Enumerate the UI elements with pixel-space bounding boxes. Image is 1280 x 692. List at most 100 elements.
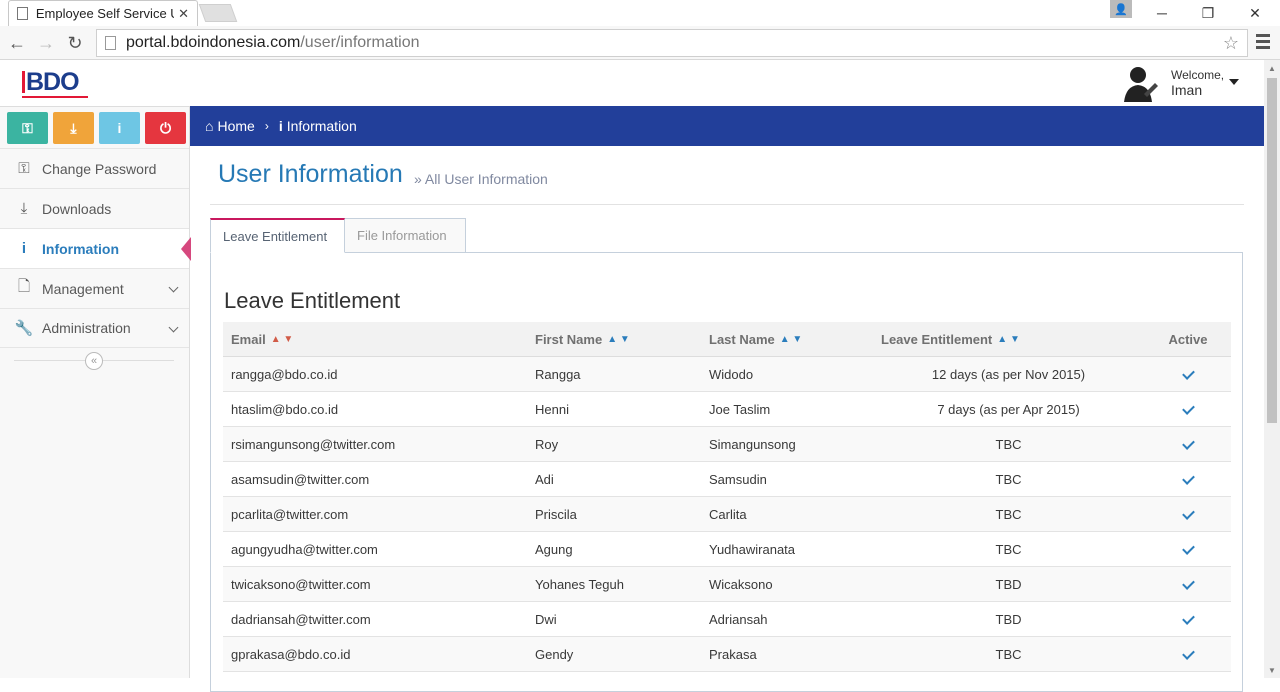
first-name-header[interactable]: First Name ▲ ▼ bbox=[535, 322, 630, 357]
user-avatar[interactable] bbox=[1122, 64, 1158, 102]
table-row[interactable]: dadriansah@twitter.com Dwi Adriansah TBD bbox=[223, 602, 1231, 637]
forward-icon[interactable]: → bbox=[35, 32, 57, 54]
leave-cell: TBC bbox=[995, 472, 1022, 487]
collapse-sidebar-icon[interactable]: « bbox=[85, 352, 103, 370]
check-icon bbox=[1181, 611, 1195, 625]
leave-header[interactable]: Leave Entitlement ▲ ▼ bbox=[881, 322, 1136, 357]
active-cell bbox=[1163, 532, 1213, 567]
sidebar-item-label: Administration bbox=[42, 320, 131, 336]
info-shortcut-button[interactable]: i bbox=[99, 112, 140, 144]
bdo-logo[interactable]: BDO bbox=[22, 68, 88, 98]
breadcrumb: ⌂ Home › i Information bbox=[190, 106, 1264, 146]
email-cell: asamsudin@twitter.com bbox=[231, 472, 370, 487]
key-icon: ⚿ bbox=[18, 160, 30, 177]
leave-cell: TBD bbox=[995, 577, 1022, 592]
user-menu-caret-icon[interactable] bbox=[1229, 79, 1239, 85]
active-cell bbox=[1163, 462, 1213, 497]
table-row[interactable]: gprakasa@bdo.co.id Gendy Prakasa TBC bbox=[223, 637, 1231, 672]
scrollbar-thumb[interactable] bbox=[1267, 78, 1277, 423]
new-tab-button[interactable] bbox=[198, 4, 238, 22]
last-name-cell: Adriansah bbox=[709, 612, 768, 627]
key-shortcut-button[interactable]: ⚿ bbox=[7, 112, 48, 144]
sidebar-item-management[interactable]: 🗋 Management bbox=[0, 268, 189, 308]
email-header[interactable]: Email ▲ ▼ bbox=[231, 322, 293, 357]
first-name-cell: Agung bbox=[535, 542, 573, 557]
sidebar-item-label: Downloads bbox=[42, 200, 112, 217]
email-cell: pcarlita@twitter.com bbox=[231, 507, 349, 522]
chevron-right-icon: › bbox=[264, 119, 269, 133]
table-header: Email ▲ ▼ First Name ▲ ▼ Last Name ▲ ▼ Leav… bbox=[223, 322, 1231, 357]
sidebar-item-administration[interactable]: 🔧 Administration bbox=[0, 308, 189, 348]
tab-file-information[interactable]: File Information bbox=[344, 218, 466, 253]
check-icon bbox=[1181, 401, 1195, 415]
last-name-cell: Carlita bbox=[709, 507, 747, 522]
first-name-cell: Yohanes Teguh bbox=[535, 577, 624, 592]
window-close-icon[interactable]: ✕ bbox=[1235, 0, 1275, 26]
table-row[interactable]: twicaksono@twitter.com Yohanes Teguh Wicak… bbox=[223, 567, 1231, 602]
email-cell: gprakasa@bdo.co.id bbox=[231, 647, 351, 662]
scrollbar[interactable]: ▲ ▼ bbox=[1264, 60, 1280, 678]
active-cell bbox=[1163, 637, 1213, 672]
table-row[interactable]: pcarlita@twitter.com Priscila Carlita TBC bbox=[223, 497, 1231, 532]
active-cell bbox=[1163, 357, 1213, 392]
leave-cell: 12 days (as per Nov 2015) bbox=[931, 367, 1086, 382]
url-host: portal.bdoindonesia.com bbox=[126, 34, 301, 51]
url-input[interactable]: portal.bdoindonesia.com/user/information… bbox=[96, 29, 1248, 57]
table-row[interactable]: rsimangunsong@twitter.com Roy Simangunsong… bbox=[223, 427, 1231, 462]
sidebar-item-change-password[interactable]: ⚿ Change Password bbox=[0, 148, 189, 188]
sidebar-item-information[interactable]: i Information bbox=[0, 228, 191, 268]
browser-menu-icon[interactable] bbox=[1256, 34, 1270, 52]
bookmark-star-icon[interactable]: ☆ bbox=[1223, 33, 1239, 54]
sort-icon: ▲ ▼ bbox=[270, 334, 294, 345]
breadcrumb-current: Information bbox=[286, 118, 357, 134]
check-icon bbox=[1181, 436, 1195, 450]
back-icon[interactable]: ← bbox=[6, 32, 28, 54]
page-subtitle: » All User Information bbox=[414, 171, 548, 187]
file-icon: 🗋 bbox=[17, 278, 31, 295]
sidebar: ⚿ ⤓ i ⏻ ⚿ Change Password ⤓ Downloads i … bbox=[0, 106, 191, 678]
check-icon bbox=[1181, 506, 1195, 520]
download-shortcut-button[interactable]: ⤓ bbox=[53, 112, 94, 144]
table-row[interactable]: asamsudin@twitter.com Adi Samsudin TBC bbox=[223, 462, 1231, 497]
breadcrumb-home[interactable]: Home bbox=[217, 118, 254, 134]
reload-icon[interactable]: ↻ bbox=[64, 32, 86, 54]
power-shortcut-button[interactable]: ⏻ bbox=[145, 112, 186, 144]
page: BDO Welcome, Iman ⚿ ⤓ i ⏻ ⚿ Change Passw… bbox=[0, 60, 1264, 692]
active-cell bbox=[1163, 497, 1213, 532]
close-tab-icon[interactable]: ✕ bbox=[178, 6, 189, 22]
last-name-cell: Wicaksono bbox=[709, 577, 773, 592]
first-name-cell: Roy bbox=[535, 437, 559, 452]
browser-tab[interactable]: Employee Self Service User Information ✕ bbox=[8, 0, 198, 26]
username[interactable]: Iman bbox=[1171, 82, 1202, 98]
email-cell: rangga@bdo.co.id bbox=[231, 367, 338, 382]
check-icon bbox=[1181, 646, 1195, 660]
check-icon bbox=[1181, 541, 1195, 555]
first-name-cell: Priscila bbox=[535, 507, 577, 522]
table-row[interactable]: rangga@bdo.co.id Rangga Widodo 12 days (as … bbox=[223, 357, 1231, 392]
chevron-down-icon bbox=[168, 322, 179, 333]
minimize-icon[interactable]: ─ bbox=[1142, 0, 1182, 26]
first-name-cell: Gendy bbox=[535, 647, 574, 662]
sort-icon: ▲ ▼ bbox=[607, 334, 630, 345]
restore-icon[interactable]: ❐ bbox=[1188, 0, 1228, 26]
active-cell bbox=[1163, 602, 1213, 637]
leave-cell: TBC bbox=[995, 437, 1022, 452]
sidebar-item-label: Change Password bbox=[42, 160, 157, 177]
sidebar-shortcuts: ⚿ ⤓ i ⏻ bbox=[7, 112, 186, 144]
table-row[interactable]: agungyudha@twitter.com Agung Yudhawiranata… bbox=[223, 532, 1231, 567]
profile-icon[interactable]: 👤 bbox=[1110, 0, 1132, 18]
browser-tab-title: Employee Self Service User Information bbox=[35, 6, 174, 21]
email-cell: dadriansah@twitter.com bbox=[231, 612, 371, 627]
last-name-cell: Yudhawiranata bbox=[709, 542, 796, 557]
check-icon bbox=[1181, 471, 1195, 485]
leave-cell: TBD bbox=[995, 612, 1022, 627]
table-row[interactable]: htaslim@bdo.co.id Henni Joe Taslim 7 days (… bbox=[223, 392, 1231, 427]
sidebar-item-downloads[interactable]: ⤓ Downloads bbox=[0, 188, 189, 228]
last-name-header[interactable]: Last Name ▲ ▼ bbox=[709, 322, 802, 357]
leave-cell: TBC bbox=[995, 542, 1022, 557]
main-content: User Information » All User Information … bbox=[190, 146, 1264, 692]
check-icon bbox=[1181, 576, 1195, 590]
last-name-cell: Simangunsong bbox=[709, 437, 796, 452]
tab-leave-entitlement[interactable]: Leave Entitlement bbox=[210, 218, 345, 253]
page-icon bbox=[17, 7, 28, 20]
